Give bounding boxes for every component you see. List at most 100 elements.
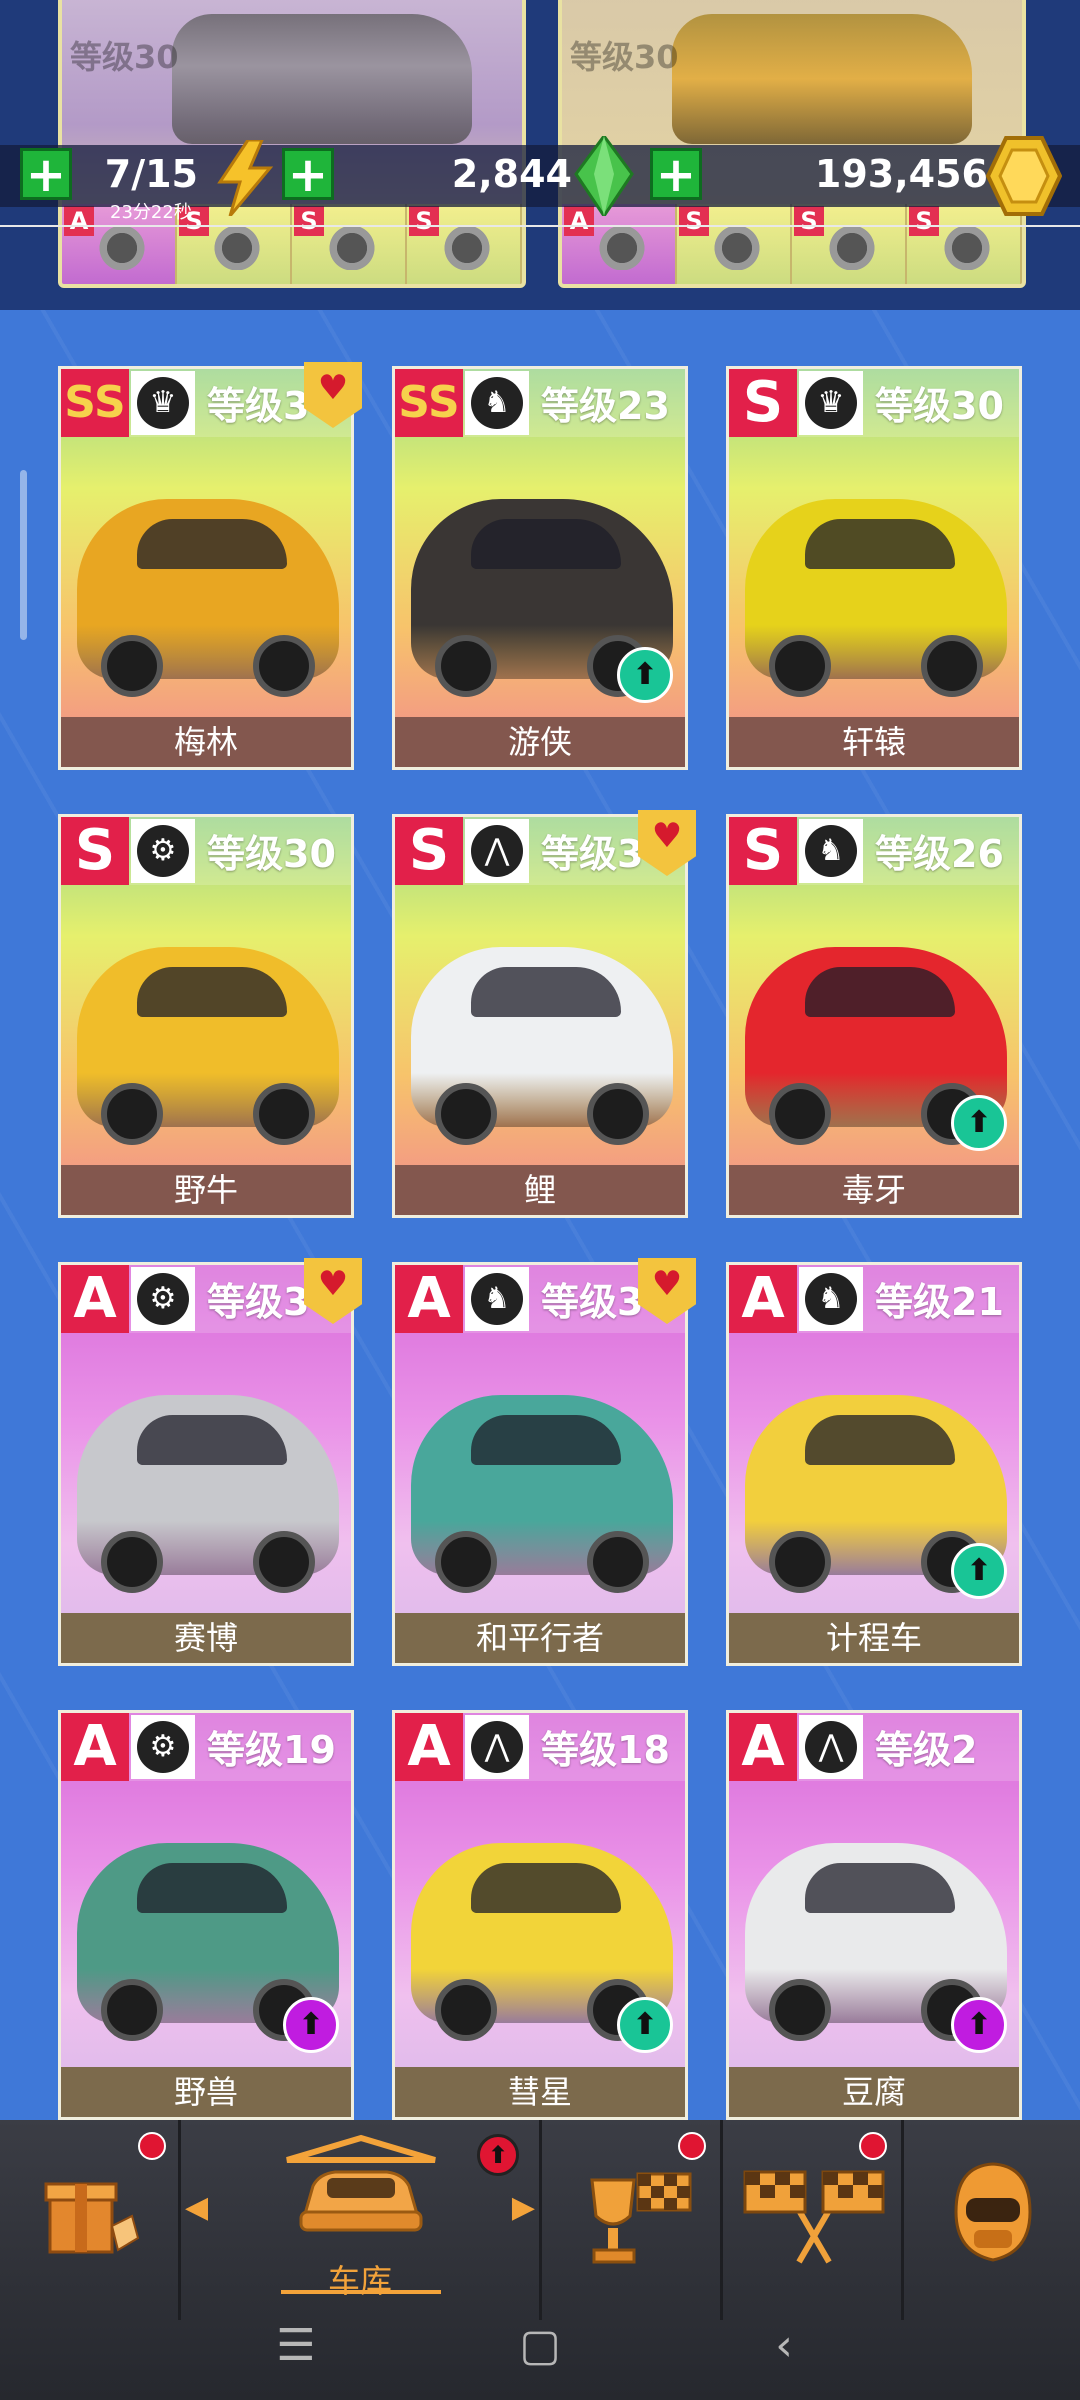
- car-image: [411, 1395, 673, 1593]
- crown-icon: ♛: [799, 371, 863, 435]
- featured-car-level: 等级30: [570, 38, 679, 76]
- car-level: 等级2: [875, 1728, 978, 1772]
- part-grade-badge: S: [909, 206, 939, 236]
- horse-icon: ♞: [465, 371, 529, 435]
- car-card[interactable]: S ⋀ 等级3 鲤: [392, 814, 688, 1218]
- car-image: [411, 1843, 673, 2041]
- upgrade-available-icon: ⬆: [283, 1997, 339, 2053]
- part-grade-badge: S: [679, 206, 709, 236]
- part-slot[interactable]: S: [177, 204, 292, 284]
- tab-shop[interactable]: [0, 2120, 178, 2320]
- part-slot[interactable]: A: [562, 204, 677, 284]
- road-icon: ⋀: [799, 1715, 863, 1779]
- road-icon: ⋀: [465, 819, 529, 883]
- road-icon: ⋀: [465, 1715, 529, 1779]
- checkered-flags-icon: [743, 2170, 885, 2264]
- car-image: [77, 499, 339, 697]
- car-image: [745, 499, 1007, 697]
- car-level: 等级30: [207, 832, 336, 876]
- car-name: 和平行者: [395, 1613, 685, 1663]
- gem-value: 2,844: [451, 152, 572, 196]
- home-button[interactable]: ▢: [500, 2320, 580, 2371]
- car-name: 野牛: [61, 1165, 351, 1215]
- featured-car-image: [672, 14, 972, 144]
- part-slot[interactable]: S: [907, 204, 1022, 284]
- car-card[interactable]: S ⚙ 等级30 野牛: [58, 814, 354, 1218]
- car-card[interactable]: A ♞ 等级21 ⬆ 计程车: [726, 1262, 1022, 1666]
- car-name: 鲤: [395, 1165, 685, 1215]
- upgrade-available-icon: ⬆: [951, 1997, 1007, 2053]
- next-arrow-icon[interactable]: ▶: [512, 2190, 535, 2225]
- crown-icon: ♛: [131, 371, 195, 435]
- car-grade-badge: S: [61, 817, 129, 885]
- tab-garage-label: 车库: [327, 2262, 392, 2300]
- part-slot[interactable]: S: [792, 204, 907, 284]
- part-slot[interactable]: S: [292, 204, 407, 284]
- featured-car-image: [172, 14, 472, 144]
- notification-badge: [859, 2132, 887, 2160]
- prev-arrow-icon[interactable]: ◀: [185, 2190, 208, 2225]
- notification-badge: [678, 2132, 706, 2160]
- car-level: 等级3: [207, 384, 310, 428]
- add-gems-button[interactable]: +: [282, 148, 334, 200]
- car-grade-badge: SS: [61, 369, 129, 437]
- car-card[interactable]: A ⚙ 等级19 ⬆ 野兽: [58, 1710, 354, 2120]
- car-grade-badge: S: [395, 817, 463, 885]
- part-slot[interactable]: S: [407, 204, 522, 284]
- garage-car-icon: [286, 2134, 436, 2232]
- car-level: 等级21: [875, 1280, 1004, 1324]
- car-level: 等级19: [207, 1728, 336, 1772]
- add-coins-button[interactable]: +: [650, 148, 702, 200]
- car-card[interactable]: S ♛ 等级30 轩辕: [726, 366, 1022, 770]
- energy-timer: 23分22秒: [110, 202, 192, 223]
- car-level: 等级3: [207, 1280, 310, 1324]
- car-level: 等级3: [541, 1280, 644, 1324]
- car-grade-badge: S: [729, 369, 797, 437]
- upgrade-badge-icon: ⬆: [477, 2134, 519, 2176]
- car-name: 轩辕: [729, 717, 1019, 767]
- wheel-icon: ⚙: [131, 819, 195, 883]
- car-name: 毒牙: [729, 1165, 1019, 1215]
- tab-garage[interactable]: ◀ ▶ ⬆ 车库: [181, 2120, 539, 2320]
- car-image: [77, 1843, 339, 2041]
- engine-icon: [707, 226, 767, 270]
- featured-car-card-1[interactable]: 等级30 ASSS: [58, 0, 526, 288]
- suspension-icon: [322, 226, 382, 270]
- horse-icon: ♞: [799, 819, 863, 883]
- car-grade-badge: A: [61, 1713, 129, 1781]
- notification-badge: [138, 2132, 166, 2160]
- car-card[interactable]: A ⋀ 等级18 ⬆ 彗星: [392, 1710, 688, 2120]
- scroll-indicator[interactable]: [20, 470, 27, 640]
- car-name: 彗星: [395, 2067, 685, 2117]
- car-card[interactable]: S ♞ 等级26 ⬆ 毒牙: [726, 814, 1022, 1218]
- turbo-icon: [592, 226, 652, 270]
- car-card[interactable]: A ⋀ 等级2 ⬆ 豆腐: [726, 1710, 1022, 2120]
- part-slot[interactable]: S: [677, 204, 792, 284]
- tab-race[interactable]: [723, 2120, 901, 2320]
- upgrade-available-icon: ⬆: [951, 1543, 1007, 1599]
- car-card[interactable]: A ⚙ 等级3 赛博: [58, 1262, 354, 1666]
- tire-icon: [437, 226, 497, 270]
- car-image: [745, 1843, 1007, 2041]
- tab-events[interactable]: [542, 2120, 720, 2320]
- upgrade-available-icon: ⬆: [617, 647, 673, 703]
- back-button[interactable]: ‹: [744, 2320, 824, 2371]
- add-energy-button[interactable]: +: [20, 148, 72, 200]
- horse-icon: ♞: [799, 1267, 863, 1331]
- car-card[interactable]: A ♞ 等级3 和平行者: [392, 1262, 688, 1666]
- recent-apps-button[interactable]: ☰: [256, 2320, 336, 2371]
- system-navigation-bar: ☰ ▢ ‹: [0, 2300, 1080, 2400]
- car-name: 野兽: [61, 2067, 351, 2117]
- gold-coin-icon: [986, 136, 1062, 216]
- tab-profile[interactable]: [904, 2120, 1080, 2320]
- upgrade-available-icon: ⬆: [951, 1095, 1007, 1151]
- part-grade-badge: S: [409, 206, 439, 236]
- suspension-icon: [822, 226, 882, 270]
- helmet-icon: [954, 2162, 1032, 2262]
- shop-box-icon: [44, 2182, 140, 2254]
- car-card[interactable]: SS ♛ 等级3 梅林: [58, 366, 354, 770]
- car-card[interactable]: SS ♞ 等级23 ⬆ 游侠: [392, 366, 688, 770]
- engine-icon: [207, 226, 267, 270]
- turbo-icon: [92, 226, 152, 270]
- upgrade-available-icon: ⬆: [617, 1997, 673, 2053]
